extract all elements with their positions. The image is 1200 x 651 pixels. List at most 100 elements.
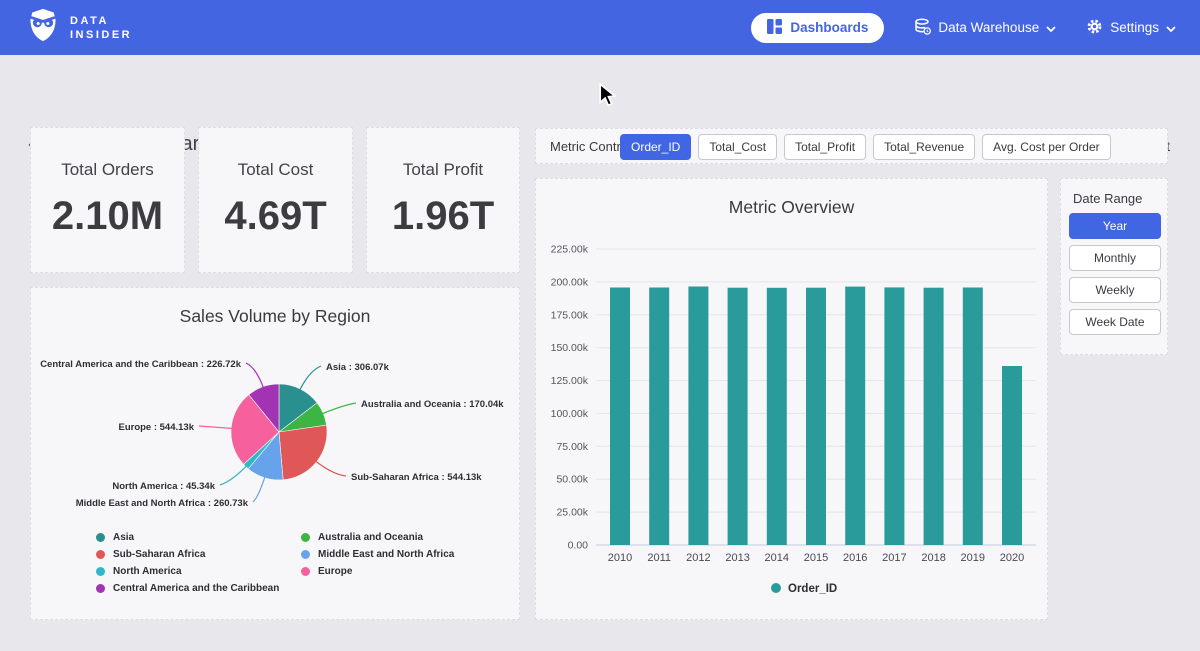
y-axis-tick: 75.00k (556, 441, 588, 453)
kpi-value: 1.96T (367, 194, 519, 239)
metric-option-order-id[interactable]: Order_ID (620, 134, 691, 160)
dashboard-header: Sales Dashboard Add Filter Boost: Off (0, 55, 1200, 113)
bar-legend-dot (771, 583, 781, 593)
owl-logo-icon (26, 7, 60, 48)
y-axis-tick: 150.00k (551, 342, 589, 354)
y-axis-tick: 200.00k (551, 276, 589, 288)
y-axis-tick: 125.00k (551, 375, 589, 387)
x-axis-label-2015: 2015 (804, 552, 828, 564)
kpi-value: 2.10M (31, 194, 184, 239)
database-icon (914, 18, 931, 38)
metric-control-label: Metric Control (550, 139, 631, 154)
dashboards-icon (767, 19, 782, 37)
bar-2017[interactable] (884, 287, 904, 545)
y-axis-tick: 25.00k (556, 507, 588, 519)
kpi-label: Total Cost (199, 160, 352, 180)
metric-option-avg-cost-per-order[interactable]: Avg. Cost per Order (982, 134, 1111, 160)
date-range-label: Date Range (1073, 191, 1142, 206)
bar-2012[interactable] (688, 287, 708, 546)
bar-2010[interactable] (610, 288, 630, 546)
bar-2013[interactable] (728, 288, 748, 545)
date-range-option-year[interactable]: Year (1069, 213, 1161, 239)
legend-item-europe[interactable]: Europe (301, 566, 454, 577)
settings-menu[interactable]: Settings (1086, 18, 1176, 38)
date-range-panel: Date Range Year Monthly Weekly Week Date (1060, 178, 1168, 355)
kpi-label: Total Profit (367, 160, 519, 180)
pie-label-asia: Asia : 306.07k (326, 362, 390, 373)
dashboards-label: Dashboards (790, 20, 868, 35)
legend-item-sub-saharan-africa[interactable]: Sub-Saharan Africa (96, 549, 301, 560)
legend-item-north-america[interactable]: North America (96, 566, 301, 577)
bar-legend-label[interactable]: Order_ID (788, 583, 837, 595)
x-axis-label-2014: 2014 (765, 552, 789, 564)
date-range-option-monthly[interactable]: Monthly (1069, 245, 1161, 271)
legend-label: Asia (113, 532, 134, 543)
bar-2018[interactable] (924, 288, 944, 545)
x-axis-label-2013: 2013 (725, 552, 749, 564)
x-axis-label-2011: 2011 (647, 552, 671, 564)
legend-label: Central America and the Caribbean (113, 583, 279, 594)
pie-label-australia-and-oceania: Australia and Oceania : 170.04k (361, 399, 504, 410)
date-range-option-week-date[interactable]: Week Date (1069, 309, 1161, 335)
x-axis-label-2010: 2010 (608, 552, 632, 564)
bar-2016[interactable] (845, 287, 865, 545)
x-axis-label-2020: 2020 (1000, 552, 1024, 564)
bar-2014[interactable] (767, 288, 787, 545)
metric-control-bar: Metric Control Order_ID Total_Cost Total_P… (535, 128, 1168, 164)
pie-chart[interactable]: Asia : 306.07k Australia and Oceania : 17… (31, 340, 521, 525)
bar-2015[interactable] (806, 288, 826, 545)
date-range-button-group: Year Monthly Weekly Week Date (1069, 213, 1161, 335)
x-axis-label-2018: 2018 (921, 552, 945, 564)
legend-label: North America (113, 566, 182, 577)
brand-logo: DATA INSIDER (26, 7, 132, 48)
pie-legend: Asia Sub-Saharan Africa North America Centr… (96, 532, 454, 594)
legend-dot (96, 533, 105, 542)
dashboards-button[interactable]: Dashboards (751, 13, 884, 43)
bar-2020[interactable] (1002, 366, 1022, 545)
kpi-card-total-orders: Total Orders 2.10M (30, 127, 185, 273)
pie-label-europe: Europe : 544.13k (118, 422, 194, 433)
legend-item-asia[interactable]: Asia (96, 532, 301, 543)
y-axis-tick: 225.00k (551, 244, 589, 256)
kpi-label: Total Orders (31, 160, 184, 180)
metric-option-total-cost[interactable]: Total_Cost (698, 134, 777, 160)
legend-dot (96, 584, 105, 593)
legend-label: Sub-Saharan Africa (113, 549, 205, 560)
pie-label-sub-saharan-africa: Sub-Saharan Africa : 544.13k (351, 472, 482, 483)
metric-option-total-revenue[interactable]: Total_Revenue (873, 134, 975, 160)
y-axis-tick: 50.00k (556, 474, 588, 486)
bar-2011[interactable] (649, 288, 669, 546)
gear-icon (1086, 18, 1103, 38)
kpi-card-total-cost: Total Cost 4.69T (198, 127, 353, 273)
bar-chart-card: Metric Overview 0.0025.00k50.00k75.00k10… (535, 178, 1048, 620)
legend-item-australia-and-oceania[interactable]: Australia and Oceania (301, 532, 454, 543)
legend-dot (301, 567, 310, 576)
data-warehouse-menu[interactable]: Data Warehouse (914, 18, 1056, 38)
bar-chart[interactable]: 0.0025.00k50.00k75.00k100.00k125.00k150.… (536, 179, 1049, 621)
legend-dot (96, 550, 105, 559)
pie-chart-title: Sales Volume by Region (31, 306, 519, 327)
legend-item-central-america-and-the-caribbean[interactable]: Central America and the Caribbean (96, 583, 301, 594)
pie-label-north-america: North America : 45.34k (112, 481, 215, 492)
legend-item-middle-east-and-north-africa[interactable]: Middle East and North Africa (301, 549, 454, 560)
legend-dot (96, 567, 105, 576)
date-range-option-weekly[interactable]: Weekly (1069, 277, 1161, 303)
bar-2019[interactable] (963, 288, 983, 546)
kpi-card-total-profit: Total Profit 1.96T (366, 127, 520, 273)
pie-slice-sub-saharan-africa[interactable] (279, 425, 327, 480)
metric-option-total-profit[interactable]: Total_Profit (784, 134, 866, 160)
top-nav-bar: DATA INSIDER Dashboards (0, 0, 1200, 55)
legend-label: Middle East and North Africa (318, 549, 454, 560)
y-axis-tick: 175.00k (551, 309, 589, 321)
legend-dot (301, 533, 310, 542)
kpi-value: 4.69T (199, 194, 352, 239)
metric-button-group: Order_ID Total_Cost Total_Profit Total_Reve… (620, 134, 1111, 160)
x-axis-label-2016: 2016 (843, 552, 867, 564)
y-axis-tick: 0.00 (568, 540, 589, 552)
settings-label: Settings (1110, 20, 1159, 35)
legend-label: Europe (318, 566, 352, 577)
pie-label-middle-east-and-north-africa: Middle East and North Africa : 260.73k (76, 498, 249, 509)
chevron-down-icon (1166, 20, 1176, 35)
x-axis-label-2019: 2019 (961, 552, 985, 564)
x-axis-label-2017: 2017 (882, 552, 906, 564)
